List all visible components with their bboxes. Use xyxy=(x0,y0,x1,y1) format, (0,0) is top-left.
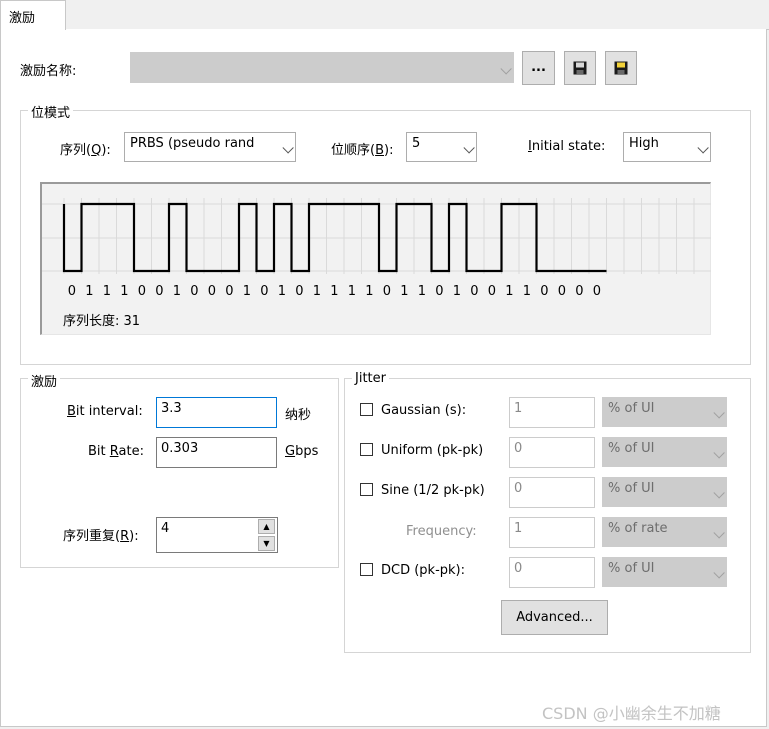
advanced-button-label: Advanced... xyxy=(516,610,593,625)
bit-label: 1 xyxy=(522,284,532,299)
bit-label: 1 xyxy=(312,284,322,299)
bit-order-label: 位顺序(B): xyxy=(331,143,394,158)
bit-label: 1 xyxy=(85,284,94,299)
chevron-down-icon xyxy=(713,527,725,539)
bit-label: 0 xyxy=(207,284,217,299)
stim-name-combo xyxy=(130,52,514,83)
browse-button[interactable]: ... xyxy=(522,51,555,85)
repeat-label: 序列重复(R): xyxy=(63,529,139,544)
bit-label: 1 xyxy=(417,284,427,299)
jitter-checkbox[interactable] xyxy=(360,563,373,576)
spin-down-button[interactable]: ▼ xyxy=(258,536,275,551)
bit-label: 0 xyxy=(487,284,497,299)
bit-label: 0 xyxy=(557,284,567,299)
bit-labels: 0111001000101011110110100110000 xyxy=(42,284,711,300)
bit-rate-input[interactable]: 0.303 xyxy=(156,437,277,468)
bit-label: 1 xyxy=(400,284,409,299)
bit-rate-label: Bit Rate: xyxy=(88,444,144,459)
sequence-length: 序列长度: 31 xyxy=(63,314,141,329)
bit-label: 0 xyxy=(575,284,584,299)
jitter-unit-combo: % of UI xyxy=(602,557,727,587)
chevron-down-icon xyxy=(713,407,725,419)
jitter-row-label: Gaussian (s): xyxy=(381,403,467,418)
save-icon xyxy=(573,61,587,75)
jitter-group-label: Jitter xyxy=(352,371,389,386)
bit-label: 0 xyxy=(67,284,77,299)
bit-label: 1 xyxy=(365,284,374,299)
bit-label: 0 xyxy=(137,284,147,299)
bit-label: 1 xyxy=(505,284,514,299)
waveform-plot xyxy=(42,198,711,274)
stimulus-group-label: 激励 xyxy=(28,371,61,390)
bit-label: 1 xyxy=(452,284,462,299)
bit-interval-input[interactable]: 3.3 xyxy=(156,397,277,428)
bit-label: 0 xyxy=(260,284,269,299)
chevron-down-icon xyxy=(500,62,512,75)
advanced-button[interactable]: Advanced... xyxy=(501,600,608,635)
chevron-down-icon xyxy=(713,567,725,579)
bit-order-value: 5 xyxy=(412,136,421,151)
jitter-value-input[interactable]: 1 xyxy=(509,397,595,428)
bit-label: 0 xyxy=(155,284,164,299)
waveform-display: 0111001000101011110110100110000 序列长度: 31 xyxy=(40,182,711,335)
save-button[interactable] xyxy=(564,51,596,85)
tab-stimulus[interactable]: 激励 xyxy=(0,0,66,30)
spin-up-button[interactable]: ▲ xyxy=(258,519,275,534)
bit-label: 1 xyxy=(330,284,339,299)
chevron-down-icon xyxy=(697,142,709,154)
bit-label: 0 xyxy=(225,284,234,299)
jitter-checkbox[interactable] xyxy=(360,403,373,416)
browse-button-label: ... xyxy=(531,60,546,75)
stim-name-label: 激励名称: xyxy=(20,64,77,79)
sequence-combo[interactable]: PRBS (pseudo rand xyxy=(124,132,296,162)
jitter-row-label: Sine (1/2 pk-pk) xyxy=(381,483,485,498)
bit-label: 0 xyxy=(295,284,304,299)
watermark: CSDN @小幽余生不加糖 xyxy=(542,704,721,723)
save-as-button[interactable] xyxy=(605,51,637,85)
sequence-label: 序列(Q): xyxy=(60,143,111,158)
jitter-checkbox[interactable] xyxy=(360,483,373,496)
tab-label: 激励 xyxy=(9,11,36,26)
jitter-unit-combo: % of UI xyxy=(602,477,727,507)
bit-label: 0 xyxy=(470,284,479,299)
jitter-value-input[interactable]: 0 xyxy=(509,477,595,508)
bit-label: 1 xyxy=(242,284,252,299)
jitter-unit-combo: % of UI xyxy=(602,437,727,467)
initial-state-label: Initial state: xyxy=(528,139,606,154)
bit-label: 1 xyxy=(120,284,129,299)
jitter-unit-combo: % of UI xyxy=(602,397,727,427)
frequency-input[interactable]: 1 xyxy=(509,517,595,548)
bit-pattern-group-label: 位模式 xyxy=(28,102,74,121)
sequence-value: PRBS (pseudo rand xyxy=(130,136,255,151)
bit-order-combo[interactable]: 5 xyxy=(406,132,477,162)
jitter-value-input[interactable]: 0 xyxy=(509,437,595,468)
initial-state-combo[interactable]: High xyxy=(623,132,711,162)
bit-label: 1 xyxy=(277,284,287,299)
bit-interval-label: Bit interval: xyxy=(67,404,143,419)
chevron-down-icon xyxy=(282,142,294,154)
bit-label: 0 xyxy=(382,284,392,299)
bit-label: 0 xyxy=(592,284,602,299)
bit-rate-unit: Gbps xyxy=(285,444,319,459)
chevron-down-icon xyxy=(713,487,725,499)
bit-interval-unit: 纳秒 xyxy=(285,408,312,423)
frequency-label: Frequency: xyxy=(406,524,477,539)
chevron-down-icon xyxy=(713,447,725,459)
bit-label: 0 xyxy=(540,284,549,299)
initial-state-value: High xyxy=(629,136,659,151)
jitter-checkbox[interactable] xyxy=(360,443,373,456)
jitter-row-label: DCD (pk-pk): xyxy=(381,563,466,578)
jitter-row-label: Uniform (pk-pk) xyxy=(381,443,484,458)
save-as-icon xyxy=(614,61,628,75)
chevron-down-icon xyxy=(463,142,475,154)
frequency-unit-combo: % of rate xyxy=(602,517,727,547)
jitter-value-input[interactable]: 0 xyxy=(509,557,595,588)
bit-label: 0 xyxy=(435,284,444,299)
bit-label: 1 xyxy=(347,284,357,299)
bit-label: 1 xyxy=(102,284,112,299)
bit-label: 0 xyxy=(190,284,199,299)
bit-label: 1 xyxy=(172,284,182,299)
